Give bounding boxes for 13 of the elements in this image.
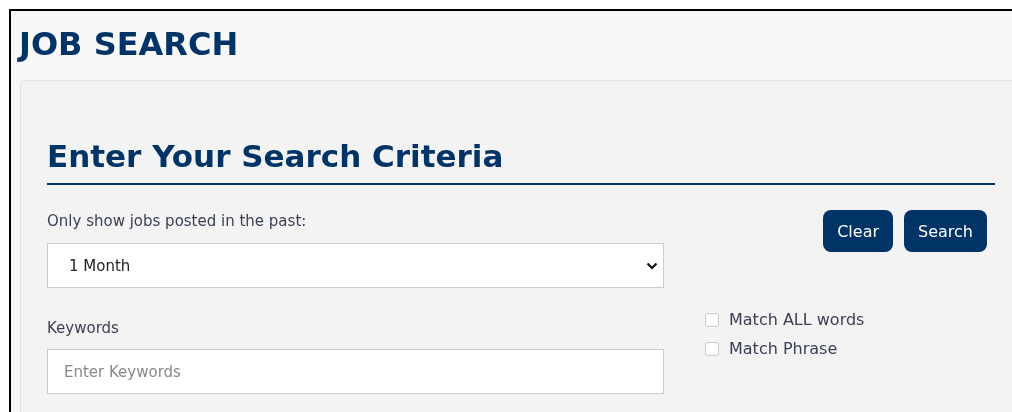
action-button[interactable]: Clear: [823, 210, 894, 252]
checkbox[interactable]: [705, 312, 719, 327]
page-title: JOB SEARCH: [16, 24, 239, 65]
checkbox[interactable]: [705, 341, 719, 356]
field-label: Only show jobs posted in the past:: [47, 211, 307, 231]
checkbox-label: Match ALL words: [729, 310, 865, 329]
field-label: Keywords: [47, 318, 119, 338]
period-dropdown[interactable]: 1 Month: [47, 243, 664, 288]
keywords-field[interactable]: Enter Keywords: [47, 349, 664, 394]
checkbox-label: Match Phrase: [729, 339, 838, 358]
section-heading: Enter Your Search Criteria: [47, 136, 995, 185]
action-button[interactable]: Search: [904, 210, 987, 252]
chevron-down-icon: [646, 261, 658, 270]
